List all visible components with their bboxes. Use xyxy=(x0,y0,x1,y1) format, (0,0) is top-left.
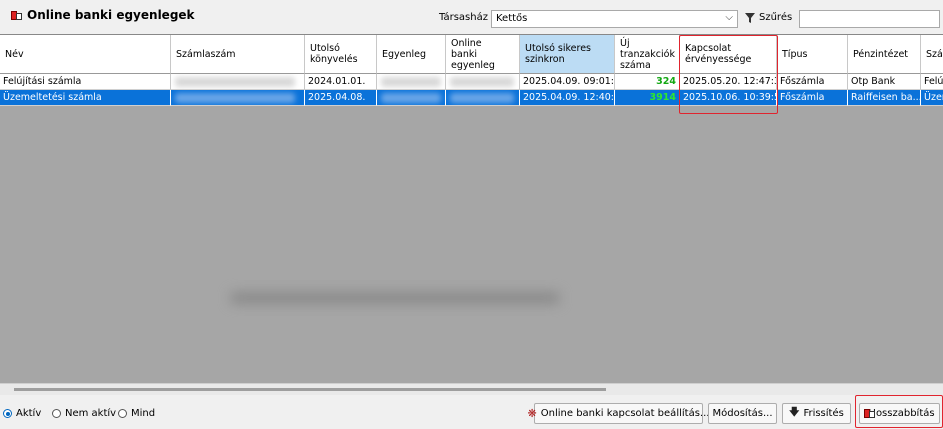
column-header-new-transactions[interactable]: Új tranzakciók száma xyxy=(615,35,680,74)
scrollbar-thumb[interactable] xyxy=(14,388,606,391)
column-header-bank[interactable]: Pénzintézet xyxy=(848,35,921,74)
column-header-name[interactable]: Név xyxy=(0,35,171,74)
blurred-region xyxy=(230,292,560,304)
cell-new-transactions: 3914 xyxy=(615,90,680,106)
cell-bank: Raiffeisen ba... xyxy=(848,90,921,106)
cell-last-sync: 2025.04.09. 09:01:49 xyxy=(520,74,615,90)
accounts-grid: Név Számlaszám Utolsó könyvelés Egyenleg… xyxy=(0,34,943,384)
cell-extra: Üzem xyxy=(921,90,943,106)
page-title: Online banki egyenlegek xyxy=(27,8,195,22)
cell-account-number xyxy=(171,74,305,90)
footer-bar: Aktív Nem aktív Mind ❋ Online banki kapc… xyxy=(0,396,943,429)
filter-input[interactable] xyxy=(799,10,940,28)
cell-last-sync: 2025.04.09. 12:40:54 xyxy=(520,90,615,106)
radio-label: Nem aktív xyxy=(65,408,117,419)
column-header-last-sync[interactable]: Utolsó sikeres szinkron xyxy=(520,35,615,74)
grid-empty-area xyxy=(0,106,943,384)
online-bank-settings-button[interactable]: ❋ Online banki kapcsolat beállítás... xyxy=(528,403,709,424)
radio-all[interactable]: Mind xyxy=(118,408,155,419)
radio-dot xyxy=(118,409,127,418)
gear-icon: ❋ xyxy=(527,407,537,420)
arrow-down-icon: 🡇 xyxy=(789,407,800,418)
radio-inactive[interactable]: Nem aktív xyxy=(52,408,116,419)
cell-last-posting: 2024.01.01. xyxy=(305,74,377,90)
cell-online-balance xyxy=(446,90,520,106)
header-bar: Online banki egyenlegek Társasház Kettős… xyxy=(0,0,943,34)
cell-online-balance xyxy=(446,74,520,90)
bank-icon xyxy=(11,11,22,20)
column-header-type[interactable]: Típus xyxy=(777,35,848,74)
column-header-balance[interactable]: Egyenleg xyxy=(377,35,446,74)
cell-bank: Otp Bank xyxy=(848,74,921,90)
cell-name: Üzemeltetési számla xyxy=(0,90,171,106)
company-label: Társasház xyxy=(439,12,488,23)
cell-name: Felújítási számla xyxy=(0,74,171,90)
filter-icon[interactable] xyxy=(744,12,756,24)
cell-new-transactions: 324 xyxy=(615,74,680,90)
table-row-selected[interactable]: Üzemeltetési számla 2025.04.08. 2025.04.… xyxy=(0,90,943,106)
cell-last-posting: 2025.04.08. xyxy=(305,90,377,106)
column-header-online-balance[interactable]: Online banki egyenleg xyxy=(446,35,520,74)
company-select-value: Kettős xyxy=(496,13,528,24)
modify-button[interactable]: Módosítás... xyxy=(708,403,777,424)
cell-extra: Felú xyxy=(921,74,943,90)
radio-dot xyxy=(52,409,61,418)
radio-dot xyxy=(3,409,12,418)
highlight-extend-button xyxy=(855,395,943,428)
radio-label: Mind xyxy=(131,408,156,419)
highlight-validity-column xyxy=(679,35,778,114)
cell-account-number xyxy=(171,90,305,106)
cell-balance xyxy=(377,74,446,90)
cell-type: Főszámla xyxy=(777,74,848,90)
column-header-last-posting[interactable]: Utolsó könyvelés xyxy=(305,35,377,74)
filter-label: Szűrés xyxy=(759,12,793,23)
column-header-extra[interactable]: Szá xyxy=(921,35,943,74)
horizontal-scrollbar[interactable] xyxy=(0,383,943,395)
app-window: Online banki egyenlegek Társasház Kettős… xyxy=(0,0,943,429)
grid-header: Név Számlaszám Utolsó könyvelés Egyenleg… xyxy=(0,35,943,74)
table-row[interactable]: Felújítási számla 2024.01.01. 2025.04.09… xyxy=(0,74,943,90)
radio-label: Aktív xyxy=(16,408,42,419)
radio-active[interactable]: Aktív xyxy=(3,408,41,419)
column-header-account-number[interactable]: Számlaszám xyxy=(171,35,305,74)
chevron-down-icon: ⌵ xyxy=(725,12,733,23)
cell-type: Főszámla xyxy=(777,90,848,106)
cell-balance xyxy=(377,90,446,106)
refresh-button[interactable]: 🡇 Frissítés xyxy=(782,403,851,424)
company-select[interactable]: Kettős ⌵ xyxy=(491,10,738,28)
